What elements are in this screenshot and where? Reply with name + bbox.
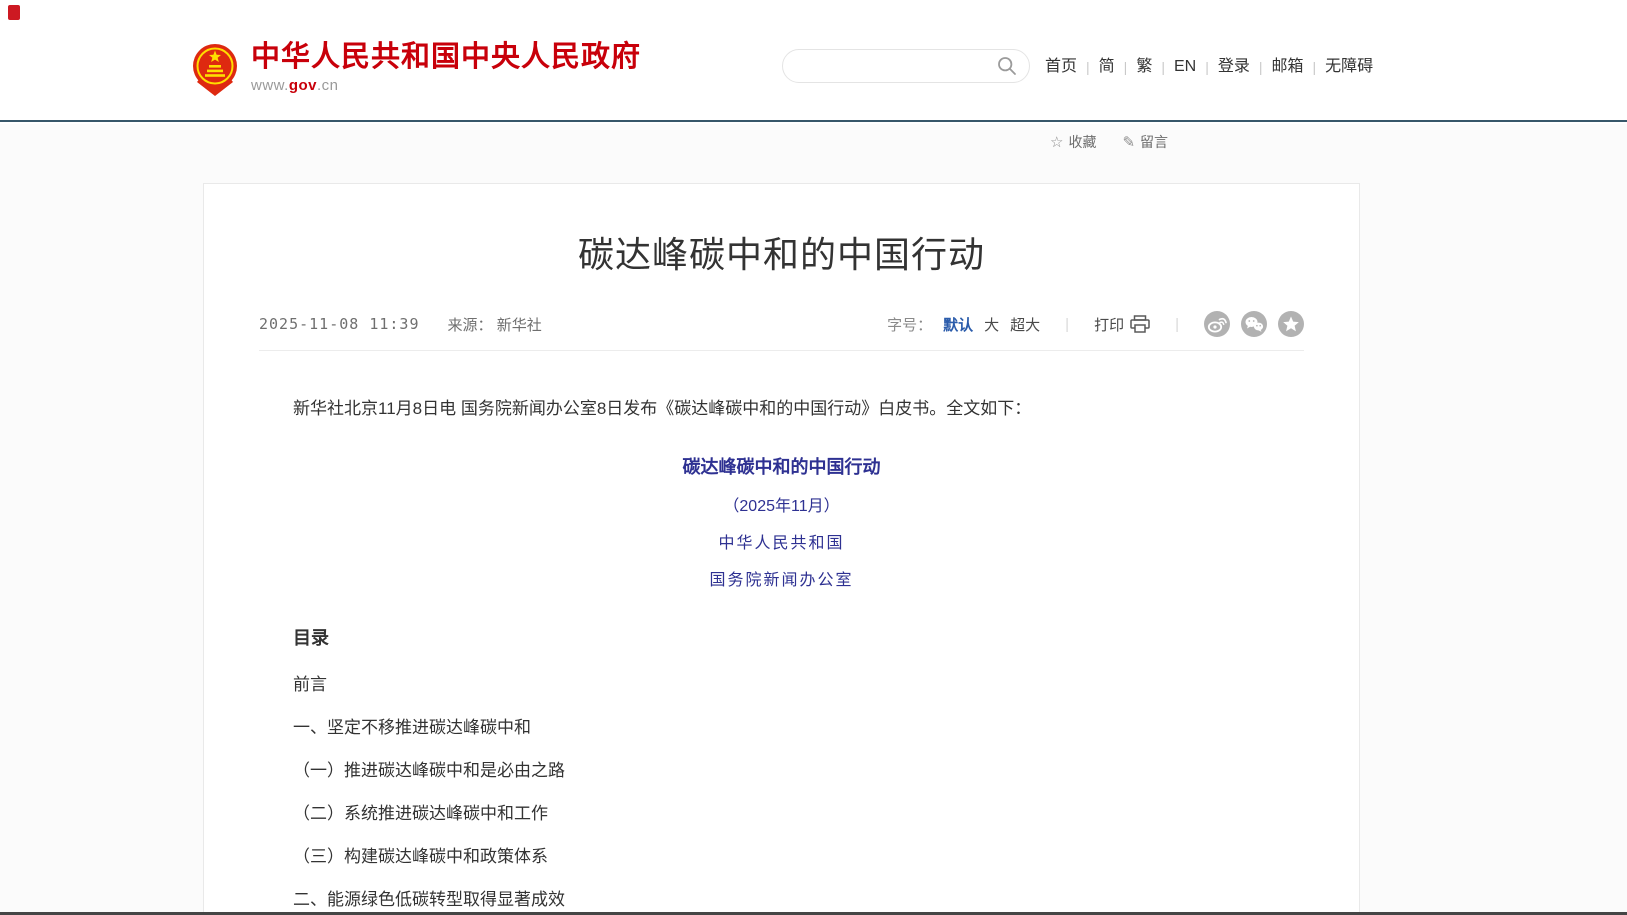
nav-divider: | <box>1152 55 1174 79</box>
toc-item: （三）构建碳达峰碳中和政策体系 <box>293 848 1304 865</box>
toc-heading: 目录 <box>293 624 1304 650</box>
article-meta-right: 字号： 默认 大 超大 | 打印 | <box>887 311 1304 337</box>
comment-button[interactable]: ✎ 留言 <box>1122 132 1168 152</box>
nav-divider: | <box>1115 55 1137 79</box>
nav-mail[interactable]: 邮箱 <box>1272 55 1304 79</box>
font-size-large[interactable]: 大 <box>984 314 999 335</box>
favorite-label: 收藏 <box>1068 132 1096 152</box>
article-meta-row: 2025-11-08 11:39 来源： 新华社 字号： 默认 大 超大 | 打… <box>259 311 1304 337</box>
nav-divider: | <box>1250 55 1272 79</box>
nav-divider: | <box>1304 55 1326 79</box>
quick-actions: ☆ 收藏 ✎ 留言 <box>1050 132 1168 152</box>
site-header: 中华人民共和国中央人民政府 www.gov.cn 首页 | 简 | 繁 | EN… <box>0 0 1627 122</box>
lead-paragraph: 新华社北京11月8日电 国务院新闻办公室8日发布《碳达峰碳中和的中国行动》白皮书… <box>259 395 1304 423</box>
search-icon[interactable] <box>997 56 1017 76</box>
qzone-star-share-icon[interactable] <box>1278 311 1304 337</box>
site-title-block: 中华人民共和国中央人民政府 www.gov.cn <box>251 40 641 94</box>
top-navigation: 首页 | 简 | 繁 | EN | 登录 | 邮箱 | 无障碍 <box>1045 55 1373 79</box>
printer-icon <box>1130 315 1150 333</box>
nav-divider: | <box>1196 55 1218 79</box>
star-icon: ☆ <box>1050 133 1063 151</box>
browser-viewport: 中华人民共和国中央人民政府 www.gov.cn 首页 | 简 | 繁 | EN… <box>0 0 1627 915</box>
weibo-share-icon[interactable] <box>1204 311 1230 337</box>
source: 来源： 新华社 <box>448 314 542 335</box>
meta-separator <box>259 350 1304 351</box>
wechat-share-icon[interactable] <box>1241 311 1267 337</box>
font-size-default[interactable]: 默认 <box>943 314 973 335</box>
nav-home[interactable]: 首页 <box>1045 55 1077 79</box>
nav-divider: | <box>1077 55 1099 79</box>
document-dateline: （2025年11月） <box>259 492 1304 516</box>
toc-item: （二）系统推进碳达峰碳中和工作 <box>293 805 1304 822</box>
nav-simplified[interactable]: 简 <box>1099 55 1115 79</box>
comment-label: 留言 <box>1140 132 1168 152</box>
font-size-label: 字号： <box>887 314 932 335</box>
article-meta-left: 2025-11-08 11:39 来源： 新华社 <box>259 314 542 335</box>
site-logo[interactable]: 中华人民共和国中央人民政府 www.gov.cn <box>192 40 641 97</box>
document-title: 碳达峰碳中和的中国行动 <box>259 453 1304 479</box>
national-emblem-icon <box>192 40 238 97</box>
article-title: 碳达峰碳中和的中国行动 <box>259 226 1304 278</box>
meta-divider: | <box>1051 316 1083 333</box>
document-issuer-office: 国务院新闻办公室 <box>259 566 1304 590</box>
site-url: www.gov.cn <box>251 77 641 94</box>
pencil-icon: ✎ <box>1122 133 1135 151</box>
site-url-www: www. <box>251 77 289 94</box>
search-input[interactable] <box>799 58 997 74</box>
site-url-cn: .cn <box>317 77 339 94</box>
source-value: 新华社 <box>497 317 542 334</box>
nav-accessibility[interactable]: 无障碍 <box>1325 55 1373 79</box>
document-issuer-country: 中华人民共和国 <box>259 529 1304 553</box>
nav-english[interactable]: EN <box>1174 55 1196 79</box>
font-size-xlarge[interactable]: 超大 <box>1010 314 1040 335</box>
search-box[interactable] <box>782 49 1030 83</box>
print-label: 打印 <box>1094 314 1124 335</box>
nav-login[interactable]: 登录 <box>1218 55 1250 79</box>
toc-item: 二、能源绿色低碳转型取得显著成效 <box>293 891 1304 908</box>
site-title: 中华人民共和国中央人民政府 <box>251 40 641 74</box>
site-url-gov: gov <box>289 77 317 94</box>
print-button[interactable]: 打印 <box>1094 314 1150 335</box>
toc-item: 一、坚定不移推进碳达峰碳中和 <box>293 719 1304 736</box>
toc-item-preface: 前言 <box>293 676 1304 693</box>
meta-divider: | <box>1161 316 1193 333</box>
favorite-button[interactable]: ☆ 收藏 <box>1050 132 1096 152</box>
toc-item: （一）推进碳达峰碳中和是必由之路 <box>293 762 1304 779</box>
nav-traditional[interactable]: 繁 <box>1136 55 1152 79</box>
article-card: 碳达峰碳中和的中国行动 2025-11-08 11:39 来源： 新华社 字号：… <box>203 183 1360 915</box>
corner-red-mark <box>8 5 20 20</box>
source-label: 来源： <box>448 317 493 334</box>
publish-date: 2025-11-08 11:39 <box>259 315 420 333</box>
